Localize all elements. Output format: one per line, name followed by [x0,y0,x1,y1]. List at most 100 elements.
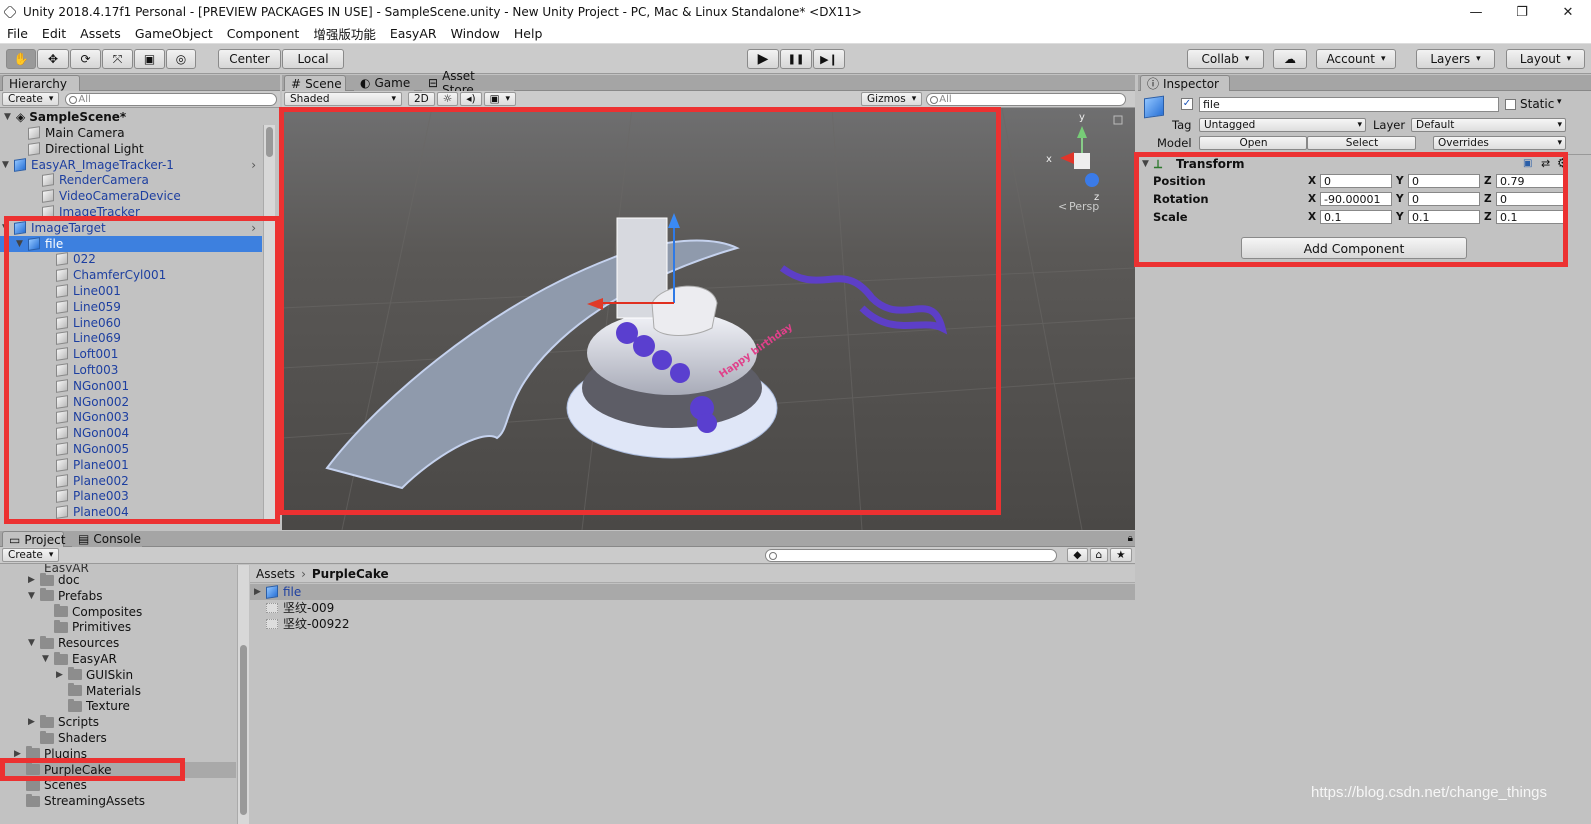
scene-viewport[interactable]: Happy birthday y x z Persp < [282,108,1135,530]
expand-arrow-icon[interactable]: ▶ [254,587,266,597]
hierarchy-item[interactable]: Plane002 [0,473,262,489]
settings-gear-icon[interactable]: ⚙ [1557,156,1568,170]
hierarchy-item[interactable]: ChamferCyl001 [0,267,262,283]
open-button[interactable]: Open [1199,136,1307,150]
hierarchy-item[interactable]: Loft003 [0,362,262,378]
project-folder-item[interactable]: Materials [0,683,236,699]
position-x-field[interactable]: 0 [1320,174,1392,188]
hierarchy-item[interactable]: ▼ file [0,235,262,252]
layers-dropdown[interactable]: Layers [1416,49,1495,69]
scale-z-field[interactable]: 0.1 [1496,210,1564,224]
rotation-x-axis-label[interactable]: X [1308,190,1316,208]
scale-x-field[interactable]: 0.1 [1320,210,1392,224]
tab-console[interactable]: ▤ Console [72,531,142,547]
expand-arrow-icon[interactable]: ▶ [14,749,26,759]
hierarchy-item[interactable]: NGon004 [0,425,262,441]
layer-dropdown[interactable]: Default [1411,118,1566,132]
layout-dropdown[interactable]: Layout [1506,49,1585,69]
project-folder-item[interactable]: ▼ Resources [0,635,236,651]
position-y-field[interactable]: 0 [1408,174,1480,188]
tree-item-easyar-cutoff[interactable]: EasyAR [44,564,89,572]
hierarchy-scrollbar[interactable] [263,125,275,520]
expand-arrow-icon[interactable]: ▼ [2,160,14,170]
asset-item[interactable]: 坚纹-009 [250,600,1135,616]
expand-arrow-icon[interactable]: ▼ [28,638,40,648]
breadcrumb-assets[interactable]: Assets [256,567,295,581]
hierarchy-item[interactable]: Plane003 [0,488,262,504]
menu-help[interactable]: Help [507,26,550,41]
menu-enhanced[interactable]: 增强版功能 [306,24,383,43]
project-folder-item[interactable]: Shaders [0,730,236,746]
hierarchy-item[interactable]: Plane004 [0,504,262,520]
context-arrow-icon[interactable]: › [251,221,256,235]
project-create-button[interactable]: Create [2,548,60,562]
project-folder-item[interactable]: ▶ Scripts [0,714,236,730]
hierarchy-item[interactable]: ▼ EasyAR_ImageTracker-1 › [0,157,262,173]
rotation-y-field[interactable]: 0 [1408,192,1480,206]
menu-window[interactable]: Window [444,26,507,41]
pivot-local-button[interactable]: Local [282,49,344,69]
scale-z-axis-label[interactable]: Z [1484,208,1492,226]
menu-easyar[interactable]: EasyAR [383,26,444,41]
menu-file[interactable]: File [0,26,35,41]
tab-asset-store[interactable]: ⊟ Asset Store [422,69,514,97]
expand-arrow-icon[interactable]: ▼ [42,654,54,664]
move-tool-icon[interactable]: ✥ [37,49,69,69]
hierarchy-scroll-thumb[interactable] [266,127,273,157]
tab-game[interactable]: ◐ Game [354,75,414,91]
transform-header[interactable]: ▼ ⟂ Transform [1142,156,1244,172]
panel-lock-icon[interactable]: 🔒︎ [1128,533,1133,544]
static-checkbox[interactable] [1505,99,1516,110]
effects-dropdown-icon[interactable]: ▣ [483,92,517,106]
hierarchy-item[interactable]: NGon002 [0,394,262,410]
tab-hierarchy[interactable]: Hierarchy [2,75,80,91]
project-folder-item[interactable]: ▶ GUISkin [0,667,236,683]
hierarchy-item[interactable]: ImageTracker [0,204,262,220]
expand-arrow-icon[interactable]: ▼ [16,239,28,249]
hierarchy-item[interactable]: NGon003 [0,409,262,425]
project-folder-item[interactable]: Primitives [0,619,236,635]
pause-button[interactable]: ❚❚ [780,49,812,69]
scene-root[interactable]: ▼ ◈ SampleScene* [4,109,126,125]
expand-arrow-icon[interactable]: ▼ [4,112,16,122]
lighting-toggle-icon[interactable]: ☼ [436,92,459,106]
hierarchy-item[interactable]: Line060 [0,315,262,331]
preset-icon[interactable]: ⇄ [1541,157,1550,170]
menu-component[interactable]: Component [220,26,307,41]
hand-tool-icon[interactable]: ✋ [6,49,36,69]
overrides-dropdown[interactable]: Overrides [1433,136,1566,150]
favorite-star-icon[interactable]: ★ [1110,548,1132,562]
hierarchy-item[interactable]: Line001 [0,283,262,299]
collapse-arrow-icon[interactable]: ▼ [1142,159,1154,169]
hierarchy-item[interactable]: Plane001 [0,457,262,473]
object-name-field[interactable]: file [1199,97,1499,112]
close-button[interactable]: ✕ [1545,0,1591,24]
hierarchy-item[interactable]: NGon001 [0,378,262,394]
expand-arrow-icon[interactable]: ▶ [56,670,68,680]
restore-button[interactable]: ❐ [1499,0,1545,24]
add-component-button[interactable]: Add Component [1241,237,1467,259]
scale-tool-icon[interactable]: ⤧ [102,49,133,69]
tag-dropdown[interactable]: Untagged [1199,118,1366,132]
hierarchy-create-button[interactable]: Create [2,92,60,106]
tab-scene[interactable]: # Scene [284,75,346,91]
scene-search-input[interactable]: All [926,92,1127,106]
expand-arrow-icon[interactable]: ▶ [28,717,40,727]
menu-gameobject[interactable]: GameObject [128,26,220,41]
rotation-y-axis-label[interactable]: Y [1396,190,1404,208]
hierarchy-item[interactable]: Line059 [0,299,262,315]
rect-tool-icon[interactable]: ▣ [134,49,165,69]
scale-y-axis-label[interactable]: Y [1396,208,1404,226]
asset-item[interactable]: 坚纹-00922 [250,616,1135,632]
hierarchy-item[interactable]: NGon005 [0,441,262,457]
hierarchy-item[interactable]: Directional Light [0,141,262,157]
pivot-center-button[interactable]: Center [218,49,281,69]
rotation-z-axis-label[interactable]: Z [1484,190,1492,208]
hierarchy-item[interactable]: Line069 [0,330,262,346]
project-folder-item[interactable]: ▶ Plugins [0,746,236,762]
project-tree-scrollbar[interactable] [237,565,249,824]
position-z-axis-label[interactable]: Z [1484,172,1492,190]
menu-assets[interactable]: Assets [73,26,128,41]
position-x-axis-label[interactable]: X [1308,172,1316,190]
active-checkbox[interactable]: ✓ [1181,98,1193,110]
